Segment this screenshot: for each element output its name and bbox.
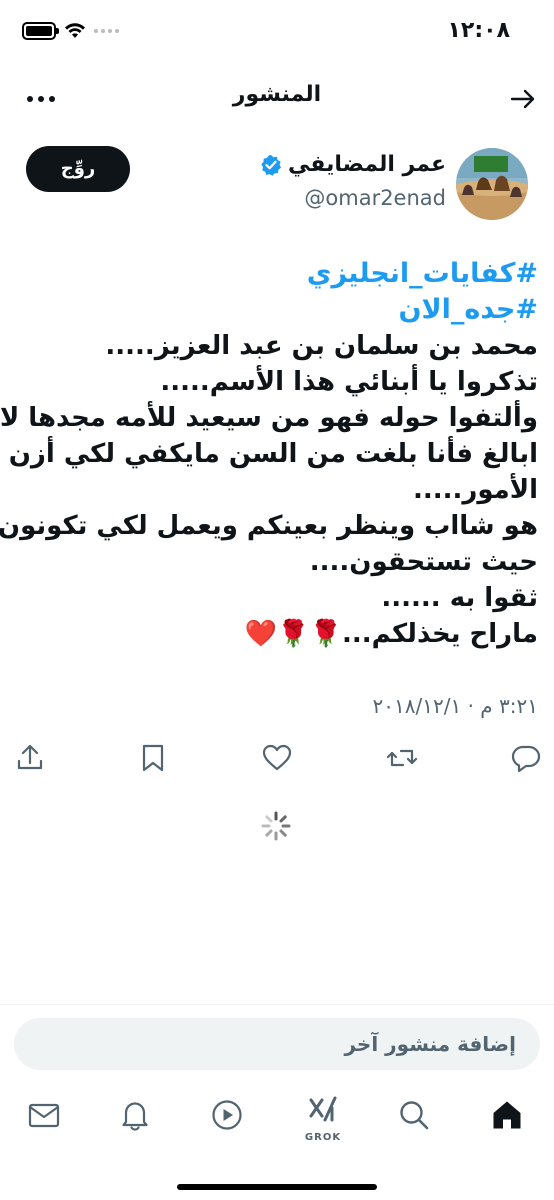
status-time: ١٢:٠٨ — [447, 18, 510, 43]
promote-button[interactable]: روِّج — [26, 146, 130, 192]
author-handle[interactable]: @omar2enad — [304, 186, 446, 210]
cellular-icon — [94, 29, 119, 33]
post-header: المنشور — [0, 70, 554, 126]
like-icon[interactable] — [261, 742, 293, 774]
wifi-icon — [65, 23, 85, 38]
post-text-line: ماراح يخذلكم...🌹🌹❤️ — [244, 619, 538, 649]
home-icon[interactable] — [490, 1098, 524, 1132]
post-text-line: تذكروا يا أبنائي هذا الأسم..... — [160, 367, 538, 397]
home-indicator — [177, 1184, 377, 1190]
post-actions — [0, 742, 554, 782]
loading-spinner-icon — [261, 811, 291, 841]
avatar[interactable] — [456, 148, 528, 220]
reply-input[interactable]: إضافة منشور آخر — [14, 1018, 540, 1070]
share-icon[interactable] — [14, 742, 46, 774]
grok-label: GROK — [304, 1132, 342, 1143]
reply-icon[interactable] — [510, 742, 542, 774]
post-text-line: محمد بن سلمان بن عبد العزيز..... — [105, 331, 538, 361]
verified-badge-icon — [261, 154, 282, 176]
grok-icon[interactable] — [306, 1094, 340, 1128]
author-name[interactable]: عمر المضايفي — [288, 152, 446, 177]
status-icons — [22, 22, 119, 40]
video-play-icon[interactable] — [210, 1098, 244, 1132]
messages-icon[interactable] — [27, 1098, 61, 1132]
status-bar: ١٢:٠٨ — [0, 0, 554, 64]
hashtag-link[interactable]: #كفايات_انجليزي — [14, 256, 538, 292]
post-timestamp: ٣:٢١ م · ٢٠١٨/١٢/١ — [372, 694, 538, 718]
page-title: المنشور — [232, 82, 322, 107]
post-text-line: حيث تستحقون.... — [309, 547, 538, 577]
battery-icon — [22, 22, 59, 40]
post-text-line: ثقوا به ...... — [381, 583, 538, 613]
bottom-nav: GROK — [0, 1090, 554, 1150]
post-text-line: ابالغ فأنا بلغت من السن مايكفي لكي أزن — [8, 439, 538, 469]
post-text-line: الأمور..... — [412, 475, 538, 505]
notifications-icon[interactable] — [118, 1098, 152, 1132]
post-text-line: هو شااب وينظر بعينكم ويعمل لكي تكونون — [0, 511, 538, 541]
more-horizontal-icon[interactable] — [24, 84, 58, 114]
divider — [0, 1004, 554, 1005]
repost-icon[interactable] — [386, 742, 418, 774]
bookmark-icon[interactable] — [137, 742, 169, 774]
search-icon[interactable] — [397, 1098, 431, 1132]
author-name-row: عمر المضايفي — [260, 152, 446, 177]
post-text-line: وألتفوا حوله فهو من سيعيد للأمه مجدها لا — [0, 403, 538, 433]
hashtag-link[interactable]: #جده_الان — [14, 292, 538, 328]
post-body: #كفايات_انجليزي #جده_الان محمد بن سلمان … — [0, 256, 538, 652]
